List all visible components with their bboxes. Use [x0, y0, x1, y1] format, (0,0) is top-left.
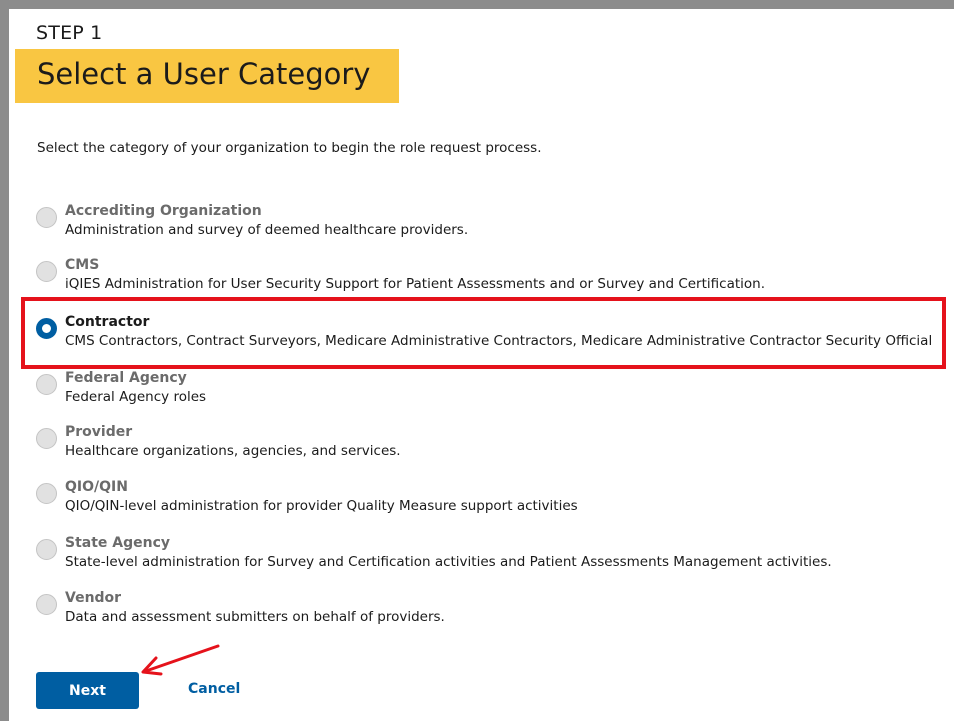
category-description: Data and assessment submitters on behalf… — [65, 609, 445, 625]
radio-button[interactable] — [36, 428, 57, 449]
category-label: State Agency — [65, 535, 171, 551]
radio-button[interactable] — [36, 374, 57, 395]
radio-button[interactable] — [36, 539, 57, 560]
category-label: QIO/QIN — [65, 479, 128, 495]
category-option-accrediting-organization[interactable]: Accrediting Organization Administration … — [36, 203, 946, 245]
category-option-cms[interactable]: CMS iQIES Administration for User Securi… — [36, 257, 946, 299]
category-option-qio-qin[interactable]: QIO/QIN QIO/QIN-level administration for… — [36, 479, 946, 521]
window-top-border — [0, 0, 954, 9]
title-highlight: Select a User Category — [15, 49, 399, 103]
category-option-vendor[interactable]: Vendor Data and assessment submitters on… — [36, 590, 946, 632]
category-label: Provider — [65, 424, 133, 440]
category-label: Vendor — [65, 590, 122, 606]
category-description: State-level administration for Survey an… — [65, 554, 832, 570]
category-label: Accrediting Organization — [65, 203, 262, 219]
intro-text: Select the category of your organization… — [37, 140, 542, 156]
cancel-link[interactable]: Cancel — [188, 681, 240, 697]
next-button[interactable]: Next — [36, 672, 139, 709]
category-option-contractor[interactable]: Contractor CMS Contractors, Contract Sur… — [36, 314, 946, 356]
radio-button[interactable] — [36, 261, 57, 282]
category-description: Federal Agency roles — [65, 389, 207, 405]
category-description: iQIES Administration for User Security S… — [65, 276, 765, 292]
step-label: STEP 1 — [36, 22, 103, 44]
category-description: Administration and survey of deemed heal… — [65, 222, 469, 238]
window-left-border — [0, 0, 9, 721]
category-description: QIO/QIN-level administration for provide… — [65, 498, 578, 514]
category-label: Contractor — [65, 314, 150, 330]
category-label: CMS — [65, 257, 100, 273]
category-description: CMS Contractors, Contract Surveyors, Med… — [65, 333, 933, 349]
radio-button-selected[interactable] — [36, 318, 57, 339]
category-option-provider[interactable]: Provider Healthcare organizations, agenc… — [36, 424, 946, 466]
category-option-federal-agency[interactable]: Federal Agency Federal Agency roles — [36, 370, 946, 412]
radio-button[interactable] — [36, 207, 57, 228]
category-label: Federal Agency — [65, 370, 187, 386]
category-description: Healthcare organizations, agencies, and … — [65, 443, 401, 459]
annotation-arrow-icon — [141, 644, 220, 676]
radio-button[interactable] — [36, 594, 57, 615]
page-title: Select a User Category — [37, 57, 371, 91]
category-option-state-agency[interactable]: State Agency State-level administration … — [36, 535, 946, 577]
radio-button[interactable] — [36, 483, 57, 504]
